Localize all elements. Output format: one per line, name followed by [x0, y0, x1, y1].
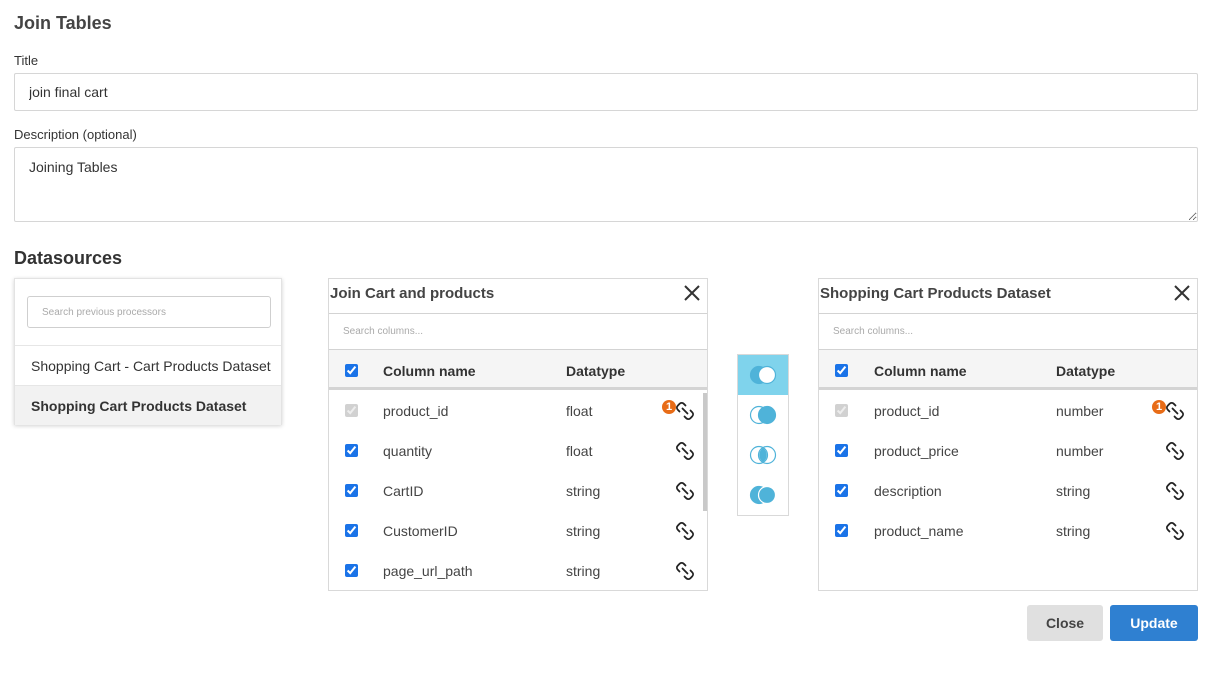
right-table-title: Shopping Cart Products Dataset [820, 285, 1051, 302]
description-input[interactable]: Joining Tables [14, 147, 1198, 222]
link-count-badge: 1 [662, 400, 676, 414]
datatype-cell: string [1056, 523, 1091, 539]
left-table-header: Column name Datatype [329, 350, 707, 390]
row-checkbox[interactable] [835, 404, 848, 417]
column-name-cell: product_name [874, 523, 964, 539]
left-table-panel: Join Cart and products Column name Datat… [328, 278, 708, 591]
row-checkbox[interactable] [345, 484, 358, 497]
link-count-badge: 1 [1152, 400, 1166, 414]
column-name-cell: CustomerID [383, 523, 458, 539]
select-all-checkbox[interactable] [345, 364, 358, 377]
column-name-cell: product_id [383, 403, 449, 419]
link-icon[interactable] [1166, 402, 1184, 420]
datatype-cell: float [566, 443, 593, 459]
full-join-option[interactable] [738, 475, 788, 515]
row-checkbox[interactable] [835, 524, 848, 537]
table-row: description string [819, 471, 1193, 511]
link-icon[interactable] [676, 402, 694, 420]
link-icon[interactable] [1166, 522, 1184, 540]
row-checkbox[interactable] [835, 444, 848, 457]
table-row: CustomerID string [329, 511, 703, 551]
table-row: product_name string [819, 511, 1193, 551]
inner-join-option[interactable] [738, 435, 788, 475]
datasource-search-input[interactable] [27, 296, 271, 328]
right-table-panel: Shopping Cart Products Dataset Column na… [818, 278, 1198, 591]
left-column-search-input[interactable] [329, 313, 707, 350]
column-name-cell: page_url_path [383, 563, 473, 579]
table-row: CartID string [329, 471, 703, 511]
table-row: page_url_path string [329, 551, 703, 591]
left-join-icon [749, 365, 777, 385]
close-icon[interactable] [1171, 282, 1193, 304]
left-table-title: Join Cart and products [330, 285, 495, 302]
page-title: Join Tables [14, 13, 112, 33]
row-checkbox[interactable] [345, 564, 358, 577]
title-label: Title [14, 53, 39, 68]
table-row: quantity float [329, 431, 703, 471]
column-name-header: Column name [874, 363, 967, 379]
datatype-cell: string [1056, 483, 1091, 499]
table-row: product_id float 1 [329, 391, 703, 431]
row-checkbox[interactable] [835, 484, 848, 497]
column-name-header: Column name [383, 363, 476, 379]
scrollbar[interactable] [703, 393, 707, 511]
table-row: product_id number 1 [819, 391, 1193, 431]
description-label: Description (optional) [14, 127, 137, 142]
row-checkbox[interactable] [345, 404, 358, 417]
close-icon[interactable] [681, 282, 703, 304]
title-input[interactable] [14, 73, 1198, 111]
datasource-panel: Shopping Cart - Cart Products Dataset Sh… [14, 278, 282, 425]
datasource-item-active[interactable]: Shopping Cart Products Dataset [15, 385, 281, 425]
datatype-cell: string [566, 563, 601, 579]
left-join-option[interactable] [738, 355, 788, 395]
datatype-header: Datatype [1056, 363, 1116, 379]
column-name-cell: CartID [383, 483, 424, 499]
right-join-icon [749, 405, 777, 425]
link-icon[interactable] [676, 522, 694, 540]
datasource-item[interactable]: Shopping Cart - Cart Products Dataset [15, 345, 281, 385]
join-type-selector [737, 354, 789, 516]
right-table-header: Column name Datatype [819, 350, 1197, 390]
column-name-cell: description [874, 483, 942, 499]
column-name-cell: product_price [874, 443, 959, 459]
row-checkbox[interactable] [345, 444, 358, 457]
close-button[interactable]: Close [1027, 605, 1103, 641]
update-button[interactable]: Update [1110, 605, 1198, 641]
column-name-cell: product_id [874, 403, 940, 419]
right-join-option[interactable] [738, 395, 788, 435]
table-row: product_price number [819, 431, 1193, 471]
link-icon[interactable] [676, 482, 694, 500]
datatype-cell: number [1056, 403, 1104, 419]
right-column-search-input[interactable] [819, 313, 1197, 350]
full-join-icon [749, 485, 777, 505]
datatype-header: Datatype [566, 363, 626, 379]
inner-join-icon [749, 445, 777, 465]
datasources-heading: Datasources [14, 248, 123, 268]
link-icon[interactable] [1166, 442, 1184, 460]
select-all-checkbox[interactable] [835, 364, 848, 377]
link-icon[interactable] [676, 442, 694, 460]
datatype-cell: string [566, 523, 601, 539]
link-icon[interactable] [1166, 482, 1184, 500]
row-checkbox[interactable] [345, 524, 358, 537]
datatype-cell: float [566, 403, 593, 419]
link-icon[interactable] [676, 562, 694, 580]
column-name-cell: quantity [383, 443, 433, 459]
datatype-cell: string [566, 483, 601, 499]
datatype-cell: number [1056, 443, 1104, 459]
